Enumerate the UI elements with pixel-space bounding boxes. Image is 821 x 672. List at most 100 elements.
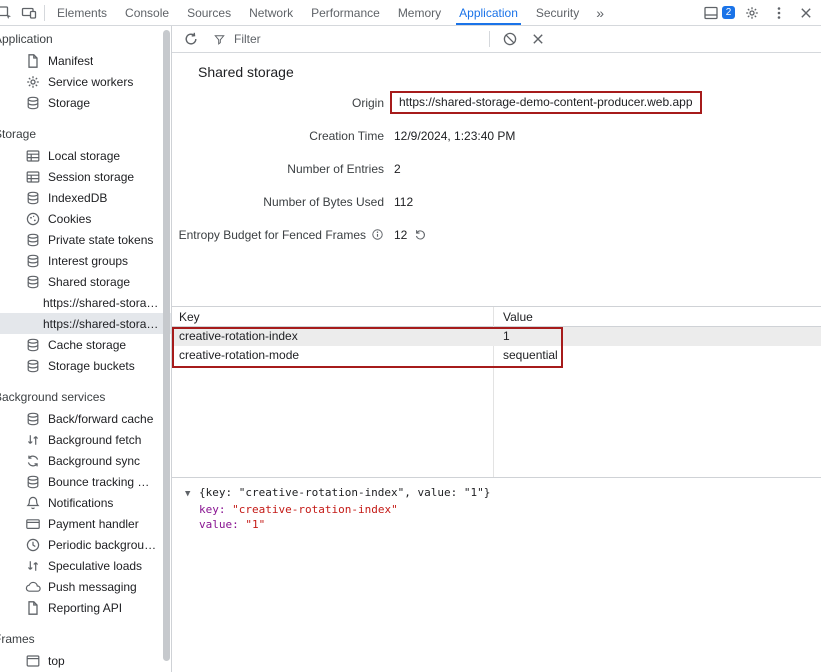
sidebar-item-label: Periodic backgroun...: [48, 538, 159, 552]
sidebar-item-push-messaging[interactable]: Push messaging: [0, 576, 171, 597]
sync-arrows-icon: [25, 453, 41, 469]
section-header-application: Application: [0, 29, 171, 50]
sidebar-item-label: Speculative loads: [48, 559, 142, 573]
devtools-tabbar: Elements Console Sources Network Perform…: [0, 0, 821, 26]
inspect-element-button[interactable]: [0, 0, 17, 25]
sidebar-item-label: Cookies: [48, 212, 91, 226]
meta-value: 12: [394, 228, 427, 242]
device-toolbar-button[interactable]: [17, 0, 41, 25]
meta-row-creation-time: Creation Time 12/9/2024, 1:23:40 PM: [172, 119, 821, 152]
close-devtools-button[interactable]: [794, 5, 818, 21]
meta-value: https://shared-storage-demo-content-prod…: [394, 91, 702, 114]
devtools-window: Elements Console Sources Network Perform…: [0, 0, 821, 672]
sidebar-item-label: Back/forward cache: [48, 412, 153, 426]
property-value: "1": [245, 518, 265, 531]
shared-storage-pane: Shared storage Origin https://shared-sto…: [172, 26, 821, 672]
block-icon: [502, 31, 518, 47]
reset-budget-undo-icon[interactable]: [414, 228, 427, 241]
three-dots-icon: [771, 5, 787, 21]
settings-button[interactable]: [740, 5, 764, 21]
issues-counter-button[interactable]: 2: [701, 5, 737, 21]
sidebar-item-indexeddb[interactable]: IndexedDB: [0, 187, 171, 208]
filter-input[interactable]: [232, 31, 480, 47]
delete-all-button[interactable]: [499, 28, 521, 50]
sidebar-item-storage-buckets[interactable]: Storage buckets: [0, 355, 171, 376]
property-value: "creative-rotation-index": [232, 503, 398, 516]
database-icon: [25, 232, 41, 248]
tab-elements[interactable]: Elements: [48, 0, 116, 25]
sidebar-item-top-frame[interactable]: top: [0, 650, 171, 671]
delete-selected-button[interactable]: [527, 28, 549, 50]
tab-performance[interactable]: Performance: [302, 0, 389, 25]
sidebar-item-manifest[interactable]: Manifest: [0, 50, 171, 71]
sidebar-scrollbar: [163, 30, 170, 667]
sidebar-item-back-forward-cache[interactable]: Back/forward cache: [0, 408, 171, 429]
meta-label: Number of Bytes Used: [172, 195, 384, 209]
sidebar-item-background-sync[interactable]: Background sync: [0, 450, 171, 471]
database-icon: [25, 358, 41, 374]
sidebar-scrollbar-thumb[interactable]: [163, 30, 170, 661]
tab-memory[interactable]: Memory: [389, 0, 450, 25]
sidebar-item-periodic-background-sync[interactable]: Periodic backgroun...: [0, 534, 171, 555]
sidebar-item-label: Cache storage: [48, 338, 126, 352]
sidebar-item-service-workers[interactable]: Service workers: [0, 71, 171, 92]
sidebar-item-speculative-loads[interactable]: Speculative loads: [0, 555, 171, 576]
preview-property: value"1": [185, 517, 821, 532]
sidebar-item-shared-storage-origin-1[interactable]: https://shared-storage...: [0, 292, 171, 313]
sidebar-item-notifications[interactable]: Notifications: [0, 492, 171, 513]
table-header-row: Key Value: [172, 307, 821, 327]
sidebar-item-label: Interest groups: [48, 254, 128, 268]
tab-sources[interactable]: Sources: [178, 0, 240, 25]
info-icon[interactable]: [371, 228, 384, 241]
column-header-key: Key: [172, 307, 493, 326]
preview-object-summary[interactable]: ▼{key: "creative-rotation-index", value:…: [185, 485, 821, 502]
origin-value: https://shared-storage-demo-content-prod…: [399, 95, 693, 109]
sidebar-item-label: https://shared-storage...: [43, 296, 159, 310]
sidebar-item-bounce-tracking[interactable]: Bounce tracking miti...: [0, 471, 171, 492]
expander-triangle-icon[interactable]: ▼: [185, 487, 199, 502]
sidebar-item-local-storage[interactable]: Local storage: [0, 145, 171, 166]
sidebar-item-shared-storage-origin-2[interactable]: https://shared-storage...: [0, 313, 171, 334]
bell-icon: [25, 495, 41, 511]
table-row-creative-rotation-mode[interactable]: creative-rotation-mode sequential: [172, 346, 821, 365]
sidebar-item-shared-storage[interactable]: Shared storage: [0, 271, 171, 292]
shared-storage-view: Shared storage Origin https://shared-sto…: [172, 53, 821, 672]
sidebar-item-background-fetch[interactable]: Background fetch: [0, 429, 171, 450]
database-icon: [25, 253, 41, 269]
tabbar-divider: [44, 5, 45, 21]
section-header-background-services: Background services: [0, 387, 171, 408]
close-icon: [798, 5, 814, 21]
refresh-button[interactable]: [180, 28, 202, 50]
value-cell: sequential: [493, 346, 821, 365]
table-icon: [25, 148, 41, 164]
sidebar-item-cookies[interactable]: Cookies: [0, 208, 171, 229]
filter-funnel-icon: [213, 33, 226, 46]
table-icon: [25, 169, 41, 185]
tab-security[interactable]: Security: [527, 0, 588, 25]
sidebar-item-storage[interactable]: Storage: [0, 92, 171, 113]
more-tabs-button[interactable]: »: [588, 0, 612, 25]
sidebar-item-interest-groups[interactable]: Interest groups: [0, 250, 171, 271]
clear-x-icon: [530, 31, 546, 47]
filter-field: [208, 31, 480, 47]
annotation-rect-origin: https://shared-storage-demo-content-prod…: [390, 91, 702, 114]
sidebar-item-reporting-api[interactable]: Reporting API: [0, 597, 171, 618]
sidebar-item-label: Notifications: [48, 496, 113, 510]
sidebar-item-session-storage[interactable]: Session storage: [0, 166, 171, 187]
sidebar-item-label: Storage buckets: [48, 359, 135, 373]
customize-menu-button[interactable]: [767, 5, 791, 21]
sidebar-item-private-state-tokens[interactable]: Private state tokens: [0, 229, 171, 250]
sidebar-item-label: Push messaging: [48, 580, 137, 594]
sidebar-section-background-services: Background services Back/forward cache B…: [0, 387, 171, 618]
tabbar-actions: 2: [701, 0, 821, 25]
drawer-panel-icon: [703, 5, 719, 21]
tab-network[interactable]: Network: [240, 0, 302, 25]
sidebar-item-label: Session storage: [48, 170, 134, 184]
sidebar-item-cache-storage[interactable]: Cache storage: [0, 334, 171, 355]
tab-console[interactable]: Console: [116, 0, 178, 25]
sidebar-section-storage: Storage Local storage Session storage In…: [0, 124, 171, 376]
table-row-creative-rotation-index[interactable]: creative-rotation-index 1: [172, 327, 821, 346]
tab-application[interactable]: Application: [450, 0, 527, 25]
sidebar-item-payment-handler[interactable]: Payment handler: [0, 513, 171, 534]
meta-value: 2: [394, 162, 401, 176]
